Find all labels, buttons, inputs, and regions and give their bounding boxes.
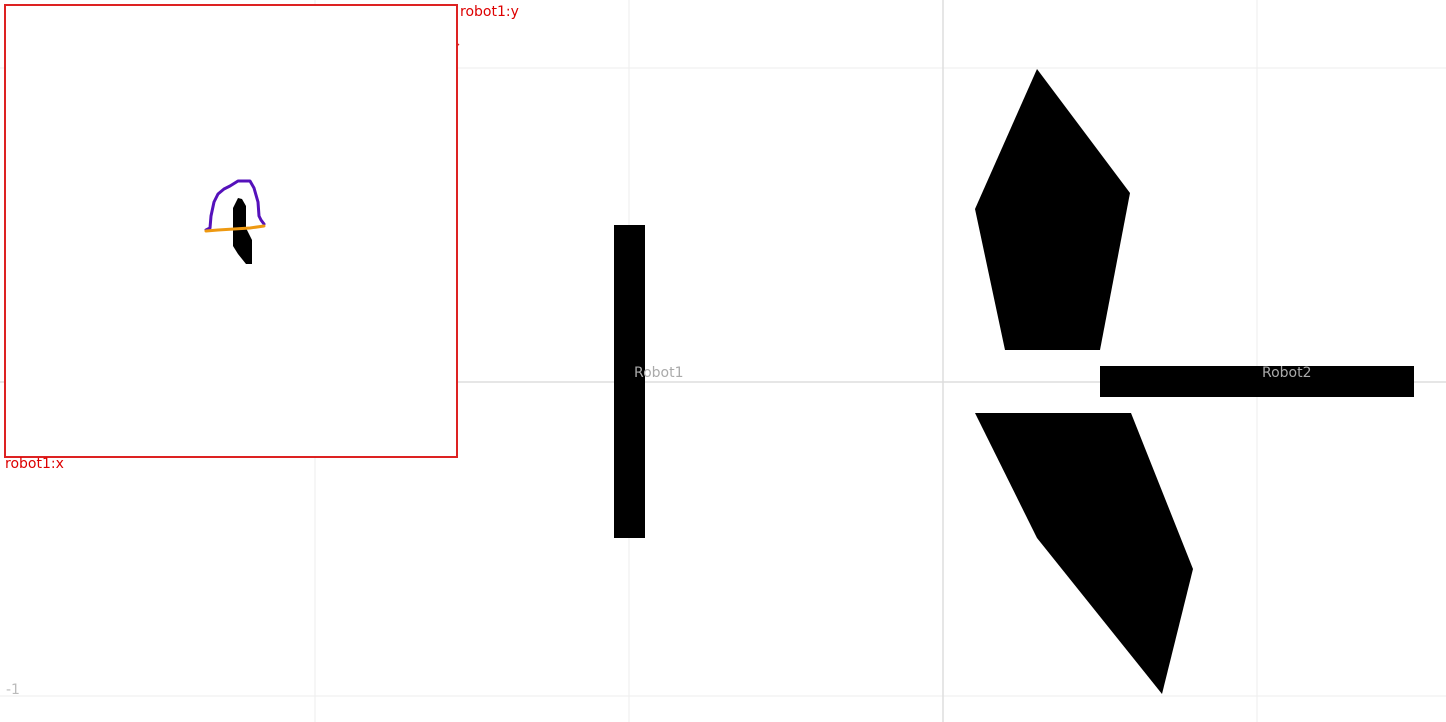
inset-plot [204,179,266,264]
robot2-body[interactable] [1100,366,1414,397]
inset-y-axis-label: robot1:y [460,4,519,20]
obstacle-upper-pentagon [975,69,1130,350]
obstacle-lower-polygon [975,413,1193,694]
robot1-label: Robot1 [634,365,684,381]
config-obstacle-blob [233,198,252,264]
inset-x-axis-label: robot1:x [5,456,64,472]
axis-tick-label: -1 [6,682,20,698]
robot2-label: Robot2 [1262,365,1312,381]
robot1-config-space-inset[interactable]: robot1:y robot1:x [4,4,519,472]
robot1-body[interactable] [614,225,645,538]
